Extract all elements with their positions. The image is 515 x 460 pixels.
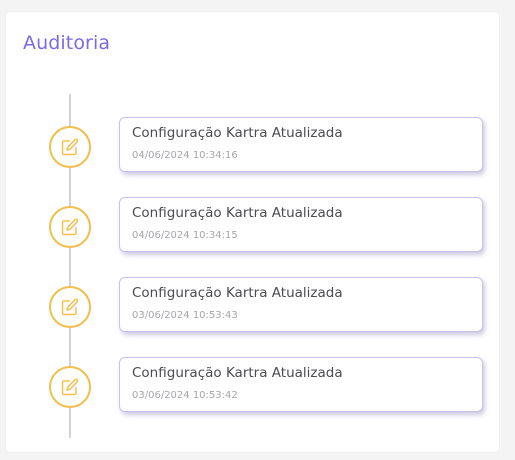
entry-title: Configuração Kartra Atualizada xyxy=(132,205,343,221)
entry-timestamp: 03/06/2024 10:53:42 xyxy=(132,390,238,401)
timeline-marker xyxy=(49,126,91,168)
timeline-item: Configuração Kartra Atualizada 03/06/202… xyxy=(6,357,499,413)
timeline-item: Configuração Kartra Atualizada 04/06/202… xyxy=(6,197,499,253)
audit-card: Auditoria Configuração Kartra Atualizada… xyxy=(6,12,499,452)
timeline-marker xyxy=(49,206,91,248)
edit-icon xyxy=(61,298,79,316)
edit-icon xyxy=(61,218,79,236)
audit-entry[interactable]: Configuração Kartra Atualizada 03/06/202… xyxy=(119,277,483,332)
entry-timestamp: 04/06/2024 10:34:16 xyxy=(132,150,238,161)
edit-icon xyxy=(61,378,79,396)
timeline-marker xyxy=(49,366,91,408)
edit-icon xyxy=(61,138,79,156)
entry-title: Configuração Kartra Atualizada xyxy=(132,125,343,141)
entry-timestamp: 04/06/2024 10:34:15 xyxy=(132,230,238,241)
audit-entry[interactable]: Configuração Kartra Atualizada 04/06/202… xyxy=(119,197,483,252)
entry-title: Configuração Kartra Atualizada xyxy=(132,285,343,301)
entry-timestamp: 03/06/2024 10:53:43 xyxy=(132,310,238,321)
audit-entry[interactable]: Configuração Kartra Atualizada 04/06/202… xyxy=(119,117,483,172)
entry-title: Configuração Kartra Atualizada xyxy=(132,365,343,381)
timeline-marker xyxy=(49,286,91,328)
audit-entry[interactable]: Configuração Kartra Atualizada 03/06/202… xyxy=(119,357,483,412)
card-title: Auditoria xyxy=(23,32,111,54)
timeline-item: Configuração Kartra Atualizada 03/06/202… xyxy=(6,277,499,333)
timeline-item: Configuração Kartra Atualizada 04/06/202… xyxy=(6,117,499,173)
